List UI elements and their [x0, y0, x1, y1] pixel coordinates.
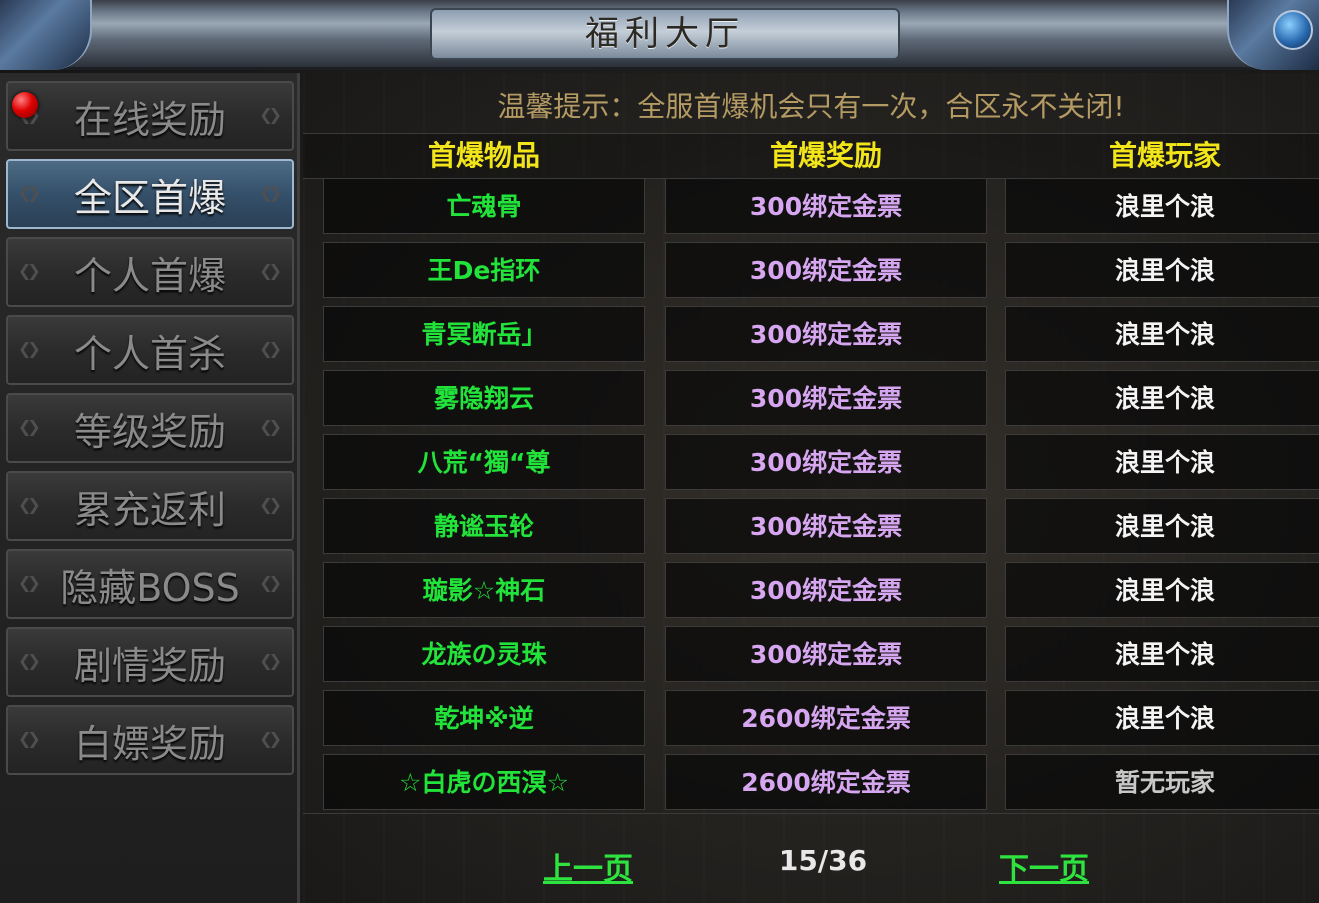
sidebar-item-level-reward[interactable]: 等级奖励 — [6, 393, 294, 463]
table-row: 雾隐翔云 300绑定金票 浪里个浪 — [323, 370, 1319, 426]
sidebar-item-label: 在线奖励 — [73, 97, 226, 142]
sidebar-item-recharge-rebate[interactable]: 累充返利 — [6, 471, 294, 541]
table-row: 璇影☆神石 300绑定金票 浪里个浪 — [323, 562, 1319, 618]
reward-cell: 300绑定金票 — [665, 242, 987, 298]
close-orb-icon[interactable] — [1273, 10, 1313, 50]
prev-page-button[interactable]: 上一页 — [543, 844, 633, 888]
page-title: 福利大厅 — [585, 14, 745, 54]
item-cell: 青冥断岳」 — [323, 306, 645, 362]
sidebar: 在线奖励 全区首爆 个人首爆 个人首杀 等级奖励 累充返利 隐藏BOSS 剧情奖… — [0, 73, 300, 903]
item-cell: 龙族の灵珠 — [323, 626, 645, 682]
sidebar-item-label: 全区首爆 — [73, 175, 226, 220]
pagination: 上一页 15/36 下一页 — [303, 813, 1319, 903]
page-indicator: 15/36 — [778, 844, 868, 877]
sidebar-item-free-reward[interactable]: 白嫖奖励 — [6, 705, 294, 775]
tip-text: 温馨提示：全服首爆机会只有一次，合区永不关闭! — [497, 90, 1125, 123]
sidebar-item-label: 个人首爆 — [73, 253, 226, 298]
sidebar-item-story-reward[interactable]: 剧情奖励 — [6, 627, 294, 697]
item-cell: 静谧玉轮 — [323, 498, 645, 554]
sidebar-item-label: 等级奖励 — [73, 409, 226, 454]
title-bar: 福利大厅 — [0, 0, 1319, 70]
player-cell: 浪里个浪 — [1005, 690, 1319, 746]
reward-cell: 300绑定金票 — [665, 434, 987, 490]
sidebar-item-label: 剧情奖励 — [73, 643, 226, 688]
player-cell: 浪里个浪 — [1005, 434, 1319, 490]
table-row: 青冥断岳」 300绑定金票 浪里个浪 — [323, 306, 1319, 362]
table-row: 亡魂骨 300绑定金票 浪里个浪 — [323, 178, 1319, 234]
player-cell: 浪里个浪 — [1005, 306, 1319, 362]
sidebar-item-label: 累充返利 — [73, 487, 226, 532]
reward-cell: 300绑定金票 — [665, 626, 987, 682]
player-cell: 浪里个浪 — [1005, 562, 1319, 618]
table-row: 王De指环 300绑定金票 浪里个浪 — [323, 242, 1319, 298]
sidebar-item-personal-first-drop[interactable]: 个人首爆 — [6, 237, 294, 307]
player-cell: 浪里个浪 — [1005, 178, 1319, 234]
next-page-button[interactable]: 下一页 — [999, 844, 1089, 888]
sidebar-item-server-first-drop[interactable]: 全区首爆 — [6, 159, 294, 229]
sidebar-item-label: 个人首杀 — [73, 331, 226, 376]
player-cell: 浪里个浪 — [1005, 498, 1319, 554]
reward-cell: 300绑定金票 — [665, 498, 987, 554]
player-cell: 浪里个浪 — [1005, 626, 1319, 682]
item-cell: 雾隐翔云 — [323, 370, 645, 426]
reward-cell: 300绑定金票 — [665, 370, 987, 426]
table-header: 首爆物品 首爆奖励 首爆玩家 — [303, 133, 1319, 179]
reward-cell: 300绑定金票 — [665, 306, 987, 362]
table-row: 乾坤※逆 2600绑定金票 浪里个浪 — [323, 690, 1319, 746]
table-row: 八荒“獨“尊 300绑定金票 浪里个浪 — [323, 434, 1319, 490]
reward-cell: 2600绑定金票 — [665, 754, 987, 810]
sidebar-item-label: 白嫖奖励 — [73, 721, 226, 766]
item-cell: 乾坤※逆 — [323, 690, 645, 746]
table-row: ☆白虎の西溟☆ 2600绑定金票 暂无玩家 — [323, 754, 1319, 810]
item-cell: 八荒“獨“尊 — [323, 434, 645, 490]
table-row: 静谧玉轮 300绑定金票 浪里个浪 — [323, 498, 1319, 554]
dragon-ornament-left-icon — [0, 0, 92, 70]
player-cell: 暂无玩家 — [1005, 754, 1319, 810]
sidebar-item-label: 隐藏BOSS — [60, 565, 240, 610]
sidebar-item-personal-first-kill[interactable]: 个人首杀 — [6, 315, 294, 385]
welfare-hall-window: 福利大厅 在线奖励 全区首爆 个人首爆 个人首杀 等级奖励 累充返利 隐藏BOS… — [0, 0, 1319, 903]
reward-cell: 300绑定金票 — [665, 178, 987, 234]
column-header-player: 首爆玩家 — [1108, 139, 1221, 172]
reward-cell: 300绑定金票 — [665, 562, 987, 618]
reward-cell: 2600绑定金票 — [665, 690, 987, 746]
sidebar-item-online-reward[interactable]: 在线奖励 — [6, 81, 294, 151]
player-cell: 浪里个浪 — [1005, 242, 1319, 298]
item-cell: 王De指环 — [323, 242, 645, 298]
sidebar-item-hidden-boss[interactable]: 隐藏BOSS — [6, 549, 294, 619]
main-panel: 温馨提示：全服首爆机会只有一次，合区永不关闭! 首爆物品 首爆奖励 首爆玩家 亡… — [303, 73, 1319, 903]
column-header-item: 首爆物品 — [427, 139, 540, 172]
item-cell: 亡魂骨 — [323, 178, 645, 234]
table-row: 龙族の灵珠 300绑定金票 浪里个浪 — [323, 626, 1319, 682]
notification-badge-icon — [12, 92, 38, 118]
column-header-reward: 首爆奖励 — [769, 139, 882, 172]
player-cell: 浪里个浪 — [1005, 370, 1319, 426]
item-cell: 璇影☆神石 — [323, 562, 645, 618]
item-cell: ☆白虎の西溟☆ — [323, 754, 645, 810]
